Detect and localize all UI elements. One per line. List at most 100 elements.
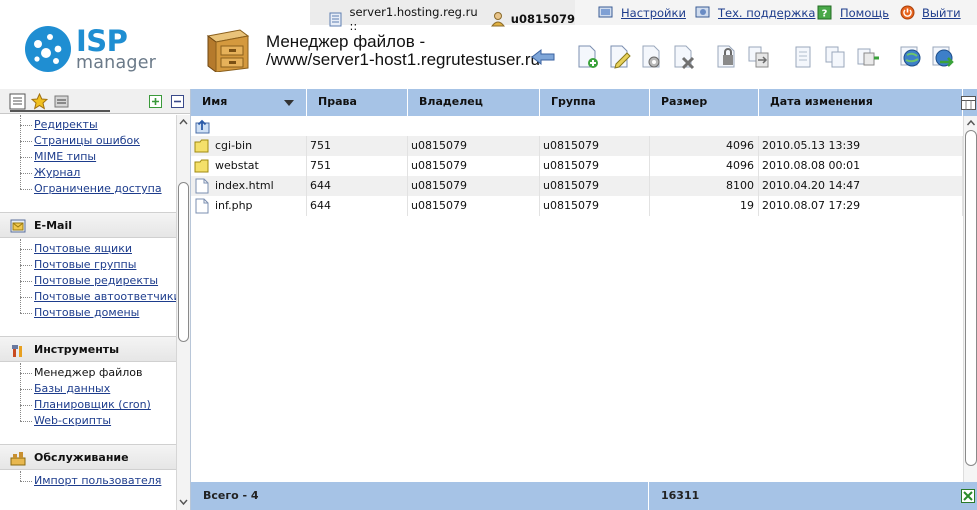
support-label[interactable]: Тех. поддержка bbox=[718, 6, 815, 20]
web-view-icon[interactable] bbox=[898, 44, 924, 70]
server-info: server1.hosting.reg.ru :: u0815079 bbox=[328, 5, 575, 33]
delete-file-icon[interactable] bbox=[671, 44, 697, 70]
file-owner: u0815079 bbox=[408, 156, 540, 176]
web-edit-icon[interactable] bbox=[930, 44, 956, 70]
section-maintenance-title: Обслуживание bbox=[34, 451, 129, 464]
menu-cron-scheduler[interactable]: Планировщик (cron) bbox=[34, 398, 151, 411]
favorites-star-icon[interactable] bbox=[31, 93, 48, 110]
file-settings-icon[interactable] bbox=[639, 44, 665, 70]
total-size: 16311 bbox=[661, 489, 700, 502]
maintenance-icon bbox=[10, 452, 26, 466]
file-icon bbox=[195, 178, 209, 194]
edit-file-icon[interactable] bbox=[607, 44, 633, 70]
menu-web-scripts[interactable]: Web-скрипты bbox=[34, 414, 111, 427]
copy-icon[interactable] bbox=[822, 44, 848, 70]
settings-label[interactable]: Настройки bbox=[621, 6, 686, 20]
server-info-bar: server1.hosting.reg.ru :: u0815079 bbox=[310, 0, 575, 33]
file-group: u0815079 bbox=[540, 136, 650, 156]
file-name[interactable]: cgi-bin bbox=[215, 136, 252, 156]
menu-access-restriction[interactable]: Ограничение доступа bbox=[34, 182, 162, 195]
col-size[interactable]: Размер bbox=[650, 89, 759, 116]
left-scrollbar[interactable] bbox=[176, 115, 190, 510]
menu-mailboxes[interactable]: Почтовые ящики bbox=[34, 242, 132, 255]
copy-move-icon[interactable] bbox=[746, 44, 772, 70]
settings-icon bbox=[598, 6, 613, 18]
total-count: Всего - 4 bbox=[203, 489, 259, 502]
left-menu-scroll-area: Редиректы Страницы ошибок MIME типы Журн… bbox=[0, 115, 176, 510]
col-owner[interactable]: Владелец bbox=[408, 89, 540, 116]
help-label[interactable]: Помощь bbox=[840, 6, 889, 20]
parent-folder-icon[interactable] bbox=[195, 118, 211, 134]
menu-error-pages[interactable]: Страницы ошибок bbox=[34, 134, 140, 147]
menu-mime-types[interactable]: MIME типы bbox=[34, 150, 96, 163]
help-link[interactable]: ? Помощь bbox=[817, 5, 889, 20]
list-view-icon[interactable] bbox=[9, 93, 26, 110]
file-group: u0815079 bbox=[540, 156, 650, 176]
server-name: server1.hosting.reg.ru :: bbox=[349, 5, 478, 33]
back-arrow-icon[interactable] bbox=[530, 44, 556, 70]
file-perm: 644 bbox=[307, 176, 408, 196]
menu-mail-groups[interactable]: Почтовые группы bbox=[34, 258, 136, 271]
collapse-all-icon[interactable] bbox=[171, 95, 184, 108]
table-row[interactable]: webstat 751 u0815079 u0815079 4096 2010.… bbox=[191, 156, 963, 176]
sort-desc-icon[interactable] bbox=[284, 100, 294, 106]
col-modified-date[interactable]: Дата изменения bbox=[759, 89, 963, 116]
logout-icon bbox=[900, 5, 915, 20]
export-excel-icon[interactable] bbox=[961, 489, 975, 503]
section-tools[interactable]: Инструменты bbox=[0, 336, 176, 362]
table-row[interactable]: cgi-bin 751 u0815079 u0815079 4096 2010.… bbox=[191, 136, 963, 156]
col-group[interactable]: Группа bbox=[540, 89, 650, 116]
column-settings-icon[interactable] bbox=[961, 96, 976, 110]
left-scroll-thumb[interactable] bbox=[178, 182, 189, 342]
table-row[interactable]: index.html 644 u0815079 u0815079 8100 20… bbox=[191, 176, 963, 196]
clipboard-icon[interactable] bbox=[790, 44, 816, 70]
section-maintenance[interactable]: Обслуживание bbox=[0, 444, 176, 470]
menu-file-manager[interactable]: Менеджер файлов bbox=[34, 366, 143, 379]
col-name[interactable]: Имя bbox=[191, 89, 307, 116]
menu-mail-domains[interactable]: Почтовые домены bbox=[34, 306, 139, 319]
help-icon: ? bbox=[817, 5, 832, 20]
panel-settings-icon[interactable] bbox=[53, 93, 70, 110]
section-email[interactable]: E-Mail bbox=[0, 212, 176, 238]
menu-log[interactable]: Журнал bbox=[34, 166, 80, 179]
page-path: /www/server1-host1.regrutestuser.ru bbox=[266, 50, 540, 69]
folder-icon bbox=[194, 159, 209, 173]
file-name[interactable]: index.html bbox=[215, 176, 274, 196]
table-scroll-thumb[interactable] bbox=[965, 130, 977, 466]
menu-mail-autoresponders[interactable]: Почтовые автоответчики bbox=[34, 290, 176, 303]
logout-link[interactable]: Выйти bbox=[900, 5, 961, 20]
table-row[interactable]: inf.php 644 u0815079 u0815079 19 2010.08… bbox=[191, 196, 963, 216]
menu-databases[interactable]: Базы данных bbox=[34, 382, 110, 395]
file-name[interactable]: inf.php bbox=[215, 196, 253, 216]
settings-link[interactable]: Настройки bbox=[598, 5, 686, 20]
table-scrollbar[interactable] bbox=[963, 116, 977, 482]
logout-label[interactable]: Выйти bbox=[922, 6, 961, 20]
support-icon bbox=[695, 6, 710, 18]
menu-import-user[interactable]: Импорт пользователя bbox=[34, 474, 161, 487]
expand-all-icon[interactable] bbox=[149, 95, 162, 108]
server-icon bbox=[329, 12, 342, 26]
file-date: 2010.04.20 14:47 bbox=[759, 176, 963, 196]
scroll-up-icon[interactable] bbox=[177, 116, 190, 128]
file-owner: u0815079 bbox=[408, 176, 540, 196]
section-tools-title: Инструменты bbox=[34, 343, 120, 356]
active-tab-underline bbox=[10, 110, 110, 112]
logo-mark-icon bbox=[25, 26, 71, 72]
scroll-down-icon[interactable] bbox=[177, 496, 190, 508]
file-perm: 644 bbox=[307, 196, 408, 216]
menu-mail-redirects[interactable]: Почтовые редиректы bbox=[34, 274, 158, 287]
file-icon bbox=[195, 198, 209, 214]
menu-redirects[interactable]: Редиректы bbox=[34, 118, 98, 131]
paste-icon[interactable] bbox=[854, 44, 880, 70]
col-permissions[interactable]: Права bbox=[307, 89, 408, 116]
file-size: 4096 bbox=[650, 136, 759, 156]
parent-directory-row[interactable] bbox=[191, 116, 963, 136]
new-file-icon[interactable] bbox=[575, 44, 601, 70]
permissions-icon[interactable] bbox=[714, 44, 740, 70]
file-date: 2010.08.08 00:01 bbox=[759, 156, 963, 176]
file-name[interactable]: webstat bbox=[215, 156, 259, 176]
scroll-up-icon[interactable] bbox=[964, 117, 977, 129]
user-icon bbox=[491, 12, 506, 27]
support-link[interactable]: Тех. поддержка bbox=[695, 5, 815, 20]
table-footer: Всего - 4 16311 bbox=[191, 482, 977, 510]
